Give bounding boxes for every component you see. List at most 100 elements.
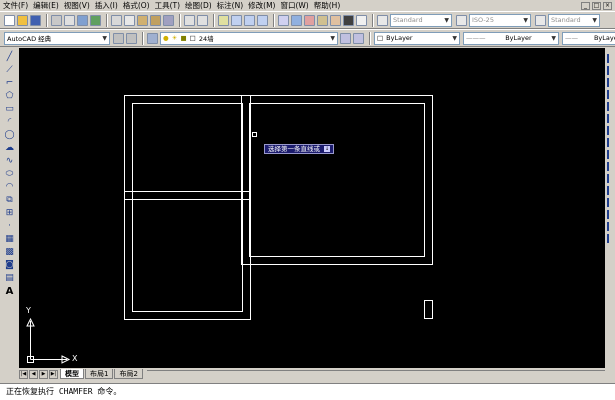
mirror-icon[interactable] [606,78,614,87]
prev-tab-icon[interactable]: ◀ [29,369,38,379]
save-icon[interactable] [30,14,41,26]
menu-window[interactable]: 窗口(W) [280,0,308,11]
open-file-icon[interactable] [17,14,28,26]
markup-icon[interactable] [330,14,341,26]
region-icon[interactable]: ◙ [4,260,15,271]
print-preview-icon[interactable] [64,14,75,26]
polygon-icon[interactable]: ⬠ [4,91,15,102]
properties-icon[interactable] [278,14,289,26]
hatch-icon[interactable]: ▦ [4,234,15,245]
menu-modify[interactable]: 修改(M) [248,0,275,11]
erase-icon[interactable] [606,54,614,63]
first-tab-icon[interactable]: |◀ [19,369,28,379]
menu-draw[interactable]: 绘图(D) [185,0,212,11]
wall-inner-left[interactable] [132,103,243,312]
block-editor-icon[interactable] [163,14,174,26]
array-icon[interactable] [606,102,614,111]
workspace-select[interactable]: AutoCAD 经典 ▼ [4,31,110,45]
fillet-icon[interactable] [606,222,614,231]
move-icon[interactable] [606,114,614,123]
tab-model[interactable]: 模型 [60,369,84,379]
copy-object-icon[interactable] [606,66,614,75]
polyline-icon[interactable]: ⌐ [4,78,15,89]
menu-dimension[interactable]: 标注(N) [217,0,243,11]
gradient-icon[interactable]: ▩ [4,247,15,258]
next-tab-icon[interactable]: ▶ [39,369,48,379]
insert-block-icon[interactable]: ⧉ [4,195,15,206]
scale-icon[interactable] [606,138,614,147]
trim-icon[interactable] [606,162,614,171]
explode-icon[interactable] [606,234,614,243]
cut-icon[interactable] [111,14,122,26]
small-rectangle[interactable] [424,300,433,319]
save-workspace-icon[interactable] [126,32,137,44]
tab-layout2[interactable]: 布局2 [114,369,143,379]
extend-icon[interactable] [606,174,614,183]
color-select[interactable]: □ ByLayer ▼ [374,31,460,45]
pan-icon[interactable] [218,14,229,26]
calculator-icon[interactable] [343,14,354,26]
break-icon[interactable] [606,186,614,195]
chamfer-icon[interactable] [606,210,614,219]
table-icon[interactable]: ▤ [4,273,15,284]
3d-dwf-icon[interactable] [90,14,101,26]
horizontal-scrollbar[interactable] [146,369,605,379]
make-block-icon[interactable]: ⊞ [4,208,15,219]
last-tab-icon[interactable]: ▶| [49,369,58,379]
tool-palettes-icon[interactable] [304,14,315,26]
layer-manager-icon[interactable] [147,32,158,44]
dim-style-select[interactable]: ISO-25 ▼ [469,13,531,27]
rectangle-icon[interactable]: ▭ [4,104,15,115]
paste-icon[interactable] [137,14,148,26]
menu-insert[interactable]: 插入(I) [95,0,118,11]
menu-help[interactable]: 帮助(H) [314,0,341,11]
linetype-select[interactable]: ——— ByLayer ▼ [463,31,559,45]
wall-inner-right[interactable] [249,103,425,257]
wall-outer-right[interactable] [241,95,433,265]
match-properties-icon[interactable] [150,14,161,26]
undo-icon[interactable] [184,14,195,26]
publish-icon[interactable] [77,14,88,26]
zoom-window-icon[interactable] [244,14,255,26]
menu-view[interactable]: 视图(V) [64,0,90,11]
new-file-icon[interactable] [4,14,15,26]
join-icon[interactable] [606,198,614,207]
revision-cloud-icon[interactable]: ☁ [4,143,15,154]
lineweight-select[interactable]: ——ByLayer▼ [562,31,615,45]
layer-freeze-icon[interactable]: ☀ [172,34,178,42]
offset-icon[interactable] [606,90,614,99]
layer-lock-icon[interactable]: ■ [181,34,187,42]
drawing-area[interactable]: Y X 选择第一条直线或 ↓ [19,48,605,368]
help-icon[interactable] [356,14,367,26]
table-style-select[interactable]: Standard ▼ [548,13,600,27]
layer-previous-icon[interactable] [353,32,364,44]
workspace-settings-icon[interactable] [113,32,124,44]
stretch-icon[interactable] [606,150,614,159]
zoom-previous-icon[interactable] [257,14,268,26]
copy-icon[interactable] [124,14,135,26]
zoom-realtime-icon[interactable] [231,14,242,26]
design-center-icon[interactable] [291,14,302,26]
redo-icon[interactable] [197,14,208,26]
print-icon[interactable] [51,14,62,26]
ellipse-arc-icon[interactable]: ◠ [4,182,15,193]
spline-icon[interactable]: ∿ [4,156,15,167]
make-object-layer-current-icon[interactable] [340,32,351,44]
ellipse-icon[interactable]: ⬭ [4,169,15,180]
restore-icon[interactable]: □ [592,1,601,10]
arc-icon[interactable]: ◜ [4,117,15,128]
multiline-text-icon[interactable]: A [4,286,15,297]
text-style-select[interactable]: Standard ▼ [390,13,452,27]
menu-edit[interactable]: 编辑(E) [33,0,59,11]
layer-select[interactable]: ● ☀ ■ □ 24墙 ▼ [160,31,338,45]
circle-icon[interactable]: ◯ [4,130,15,141]
layer-on-icon[interactable]: ● [163,34,169,42]
sheet-set-icon[interactable] [317,14,328,26]
line-icon[interactable]: ╱ [4,52,15,63]
point-icon[interactable]: · [4,221,15,232]
menu-file[interactable]: 文件(F) [3,0,28,11]
close-icon[interactable]: × [603,1,612,10]
menu-format[interactable]: 格式(O) [123,0,150,11]
rotate-icon[interactable] [606,126,614,135]
tab-layout1[interactable]: 布局1 [85,369,114,379]
